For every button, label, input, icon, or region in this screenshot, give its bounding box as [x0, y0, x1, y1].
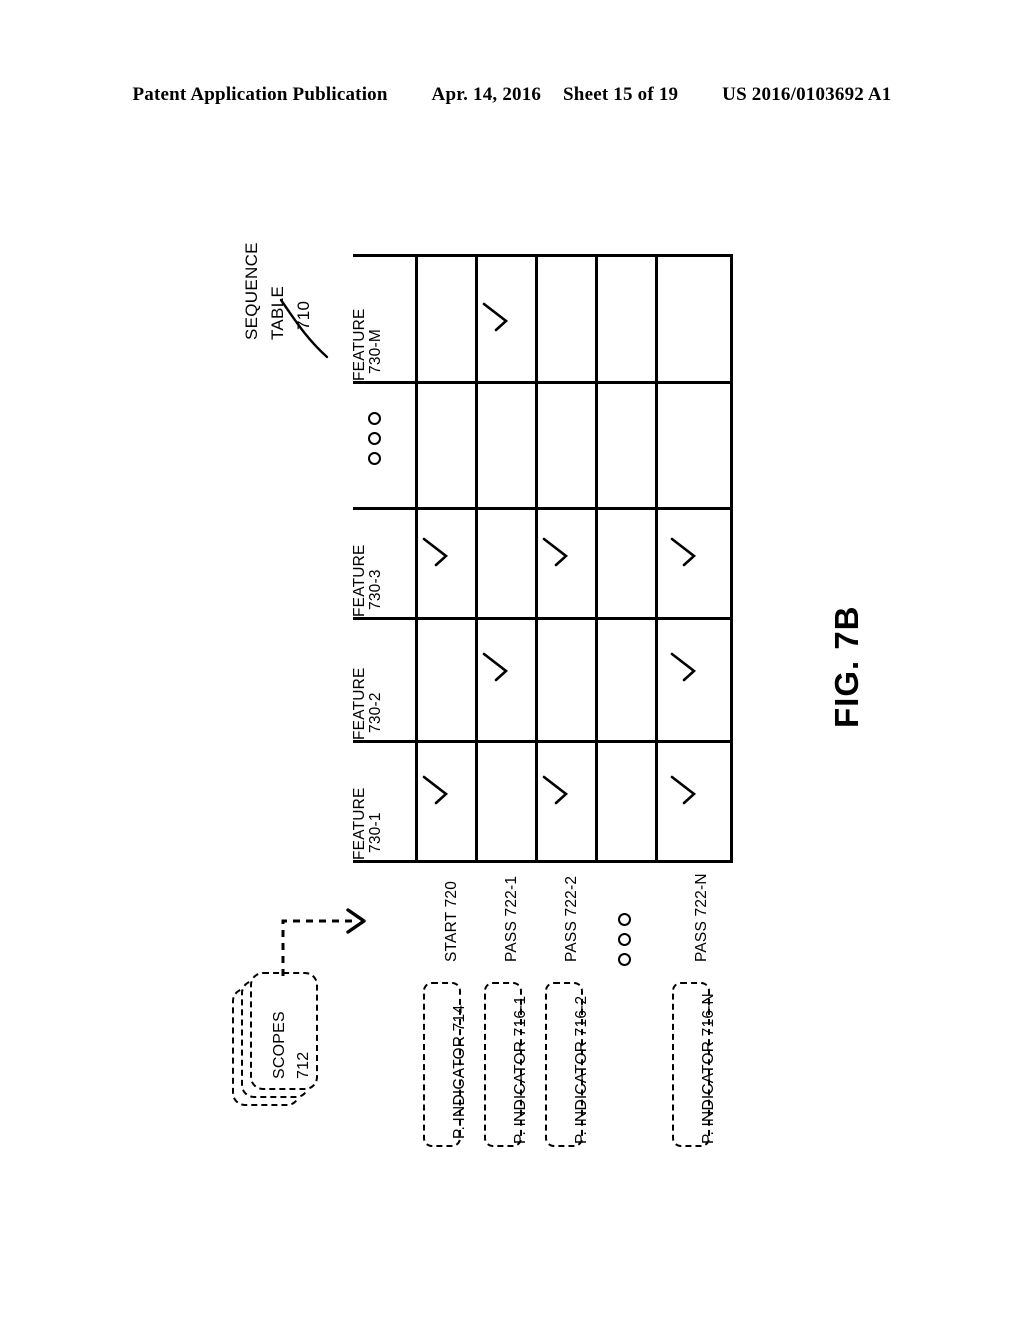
column-header-730-3: FEATURE 730-3 — [351, 544, 385, 617]
check-mark-r4-c1 — [668, 650, 702, 684]
figure-label: FIG. 7B — [828, 605, 865, 728]
indicator-box-716-1[interactable]: P. INDICATOR 716-1 — [484, 982, 529, 1147]
indicator-label-716-N: P. INDICATOR 716-N — [700, 993, 717, 1144]
scopes-label-line2: 712 — [295, 1051, 312, 1079]
indicator-box-714[interactable]: P. INDICATOR 714 — [423, 982, 468, 1147]
column-header-730-1-line1: FEATURE — [351, 787, 368, 860]
row-label-pass-722-2: PASS 722-2 — [563, 875, 580, 962]
grid-line-col-3 — [353, 617, 732, 620]
column-header-730-2-line2: 730-2 — [367, 692, 385, 733]
grid-line-row-0 — [415, 254, 418, 863]
row-label-pass-722-1: PASS 722-1 — [503, 875, 520, 962]
indicator-box-716-N[interactable]: P. INDICATOR 716-N — [672, 982, 717, 1147]
indicator-box-716-2[interactable]: P. INDICATOR 716-2 — [545, 982, 590, 1147]
ellipsis-dot — [368, 412, 381, 425]
check-mark-r1-c4 — [480, 300, 514, 334]
row-label-pass-722-N: PASS 722-N — [693, 873, 710, 962]
grid-line-col-4 — [353, 740, 732, 743]
ellipsis-dot — [618, 953, 631, 966]
column-header-730-M-line1: FEATURE — [351, 308, 368, 381]
check-mark-r2-c2 — [540, 535, 574, 569]
scopes-connector-arrow — [281, 908, 366, 976]
grid-line-col-base — [353, 860, 732, 863]
grid-line-row-2 — [535, 254, 538, 863]
indicator-label-716-1: P. INDICATOR 716-1 — [512, 995, 529, 1144]
grid-line-col-1 — [353, 381, 732, 384]
check-mark-r1-c1 — [480, 650, 514, 684]
grid-line-col-top — [353, 254, 732, 257]
grid-line-col-2 — [353, 507, 732, 510]
ellipsis-dot — [618, 933, 631, 946]
leader-line — [279, 298, 329, 359]
grid-line-row-end — [730, 254, 733, 863]
grid-line-row-3 — [595, 254, 598, 863]
column-header-ellipsis — [368, 412, 381, 465]
grid-line-row-1 — [475, 254, 478, 863]
column-header-730-2-line1: FEATURE — [351, 667, 368, 740]
column-header-730-M: FEATURE 730-M — [351, 308, 385, 381]
row-label-ellipsis — [618, 913, 631, 966]
column-header-730-3-line2: 730-3 — [367, 569, 385, 610]
column-header-730-2: FEATURE 730-2 — [351, 667, 385, 740]
figure-7b: SEQUENCE TABLE 710 FIG. 7B FEATURE 730-1… — [0, 0, 1024, 1320]
ellipsis-dot — [368, 432, 381, 445]
scopes-label-line1: SCOPES — [271, 1011, 288, 1079]
check-mark-r4-c0 — [668, 773, 702, 807]
scopes-box-layer-front[interactable]: SCOPES 712 — [250, 972, 318, 1090]
column-header-730-1: FEATURE 730-1 — [351, 787, 385, 860]
row-label-start-720: START 720 — [443, 880, 460, 962]
check-mark-r0-c2 — [420, 535, 454, 569]
grid-line-row-4 — [655, 254, 658, 863]
column-header-730-1-line2: 730-1 — [367, 812, 385, 853]
indicator-label-714: P. INDICATOR 714 — [451, 1004, 468, 1139]
ellipsis-dot — [618, 913, 631, 926]
check-mark-r2-c0 — [540, 773, 574, 807]
ellipsis-dot — [368, 452, 381, 465]
check-mark-r0-c0 — [420, 773, 454, 807]
column-header-730-3-line1: FEATURE — [351, 544, 368, 617]
column-header-730-M-line2: 730-M — [367, 329, 385, 374]
indicator-label-716-2: P. INDICATOR 716-2 — [573, 995, 590, 1144]
check-mark-r4-c2 — [668, 535, 702, 569]
sequence-table-title-line1: SEQUENCE — [242, 242, 261, 340]
